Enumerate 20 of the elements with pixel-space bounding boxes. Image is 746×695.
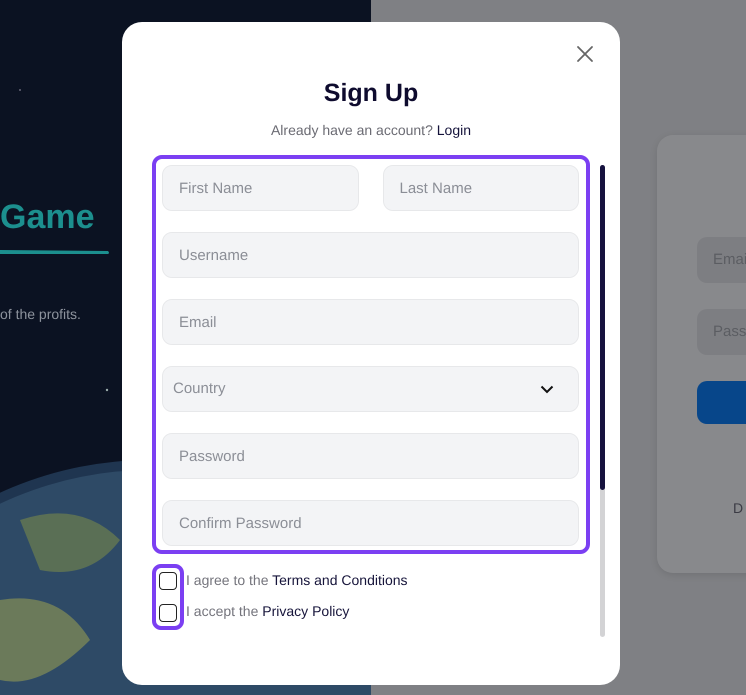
modal-title: Sign Up — [322, 78, 420, 108]
input-field[interactable]: Password — [162, 433, 579, 479]
input-field[interactable]: Confirm Password — [162, 500, 579, 546]
chevron-down-icon — [540, 384, 554, 394]
scrollbar[interactable] — [600, 165, 605, 637]
headline-text: Game — [0, 200, 94, 234]
checkbox[interactable] — [159, 604, 177, 622]
input-field[interactable]: Username — [162, 232, 579, 278]
tagline-text: of the profits. — [0, 305, 81, 324]
input-field[interactable]: Email — [162, 299, 579, 345]
subtitle-text: Already have an account? — [270, 122, 433, 138]
input-field[interactable]: Last Name — [382, 165, 579, 211]
checkbox-label: I agree to the Terms and Conditions — [186, 571, 408, 590]
policy-link[interactable]: Terms and Conditions — [272, 572, 408, 588]
policy-link[interactable]: Privacy Policy — [262, 603, 350, 619]
checkbox[interactable] — [159, 572, 177, 590]
input-field[interactable]: First Name — [162, 165, 358, 211]
checkbox-label: I accept the Privacy Policy — [186, 602, 350, 621]
footer-text: D — [732, 499, 744, 518]
login-link[interactable]: Login — [436, 122, 472, 138]
